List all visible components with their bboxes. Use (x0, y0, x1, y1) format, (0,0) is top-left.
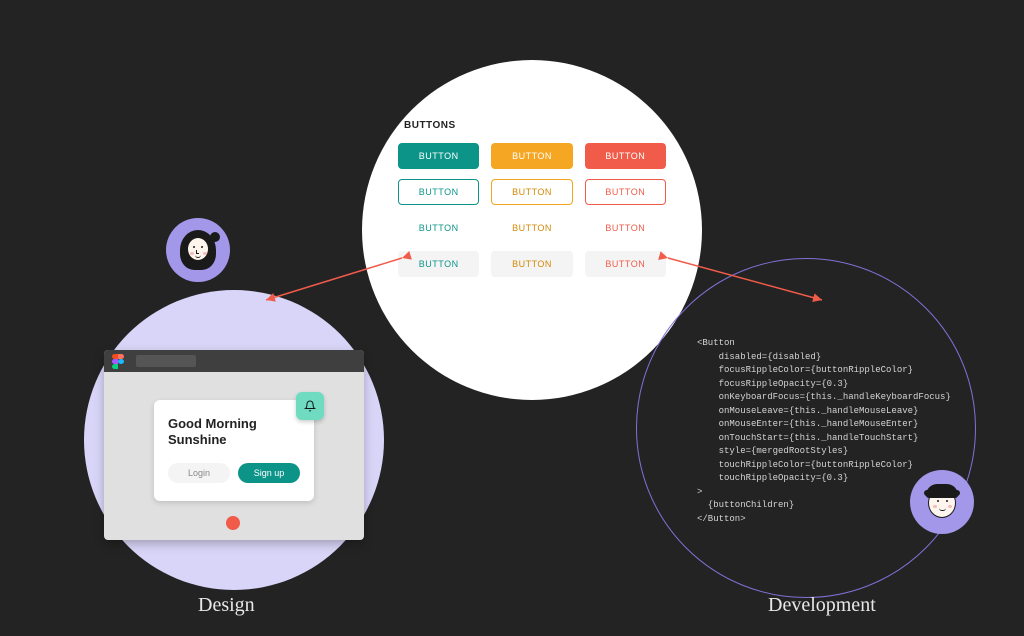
developer-avatar (910, 470, 974, 534)
browser-mockup: Good Morning Sunshine Login Sign up (104, 350, 364, 540)
button-outline-amber: BUTTON (491, 179, 572, 205)
button-flat-teal: BUTTON (398, 251, 479, 277)
component-spec-circle: BUTTONS BUTTON BUTTON BUTTON BUTTON BUTT… (362, 60, 702, 400)
button-flat-amber: BUTTON (491, 251, 572, 277)
button-text-red: BUTTON (585, 215, 666, 241)
browser-tab (136, 355, 196, 367)
button-outline-red: BUTTON (585, 179, 666, 205)
button-grid: BUTTON BUTTON BUTTON BUTTON BUTTON BUTTO… (398, 143, 666, 277)
design-circle: Good Morning Sunshine Login Sign up (84, 290, 384, 590)
development-circle: <Button disabled={disabled} focusRippleC… (636, 258, 976, 598)
button-solid-red: BUTTON (585, 143, 666, 169)
button-text-amber: BUTTON (491, 215, 572, 241)
male-face-icon (922, 482, 962, 522)
signup-pill: Sign up (238, 463, 300, 483)
figma-logo-icon (112, 354, 124, 368)
bell-icon (296, 392, 324, 420)
button-outline-teal: BUTTON (398, 179, 479, 205)
design-label: Design (198, 594, 255, 617)
browser-bar (104, 350, 364, 372)
button-flat-red: BUTTON (585, 251, 666, 277)
development-label: Development (768, 594, 876, 617)
section-title-buttons: BUTTONS (404, 120, 666, 131)
female-face-icon (180, 230, 216, 270)
designer-avatar (166, 218, 230, 282)
button-text-teal: BUTTON (398, 215, 479, 241)
greeting-card: Good Morning Sunshine Login Sign up (154, 400, 314, 501)
login-pill: Login (168, 463, 230, 483)
card-title: Good Morning Sunshine (168, 416, 300, 449)
button-solid-teal: BUTTON (398, 143, 479, 169)
selection-handle-icon (226, 516, 240, 530)
button-solid-amber: BUTTON (491, 143, 572, 169)
